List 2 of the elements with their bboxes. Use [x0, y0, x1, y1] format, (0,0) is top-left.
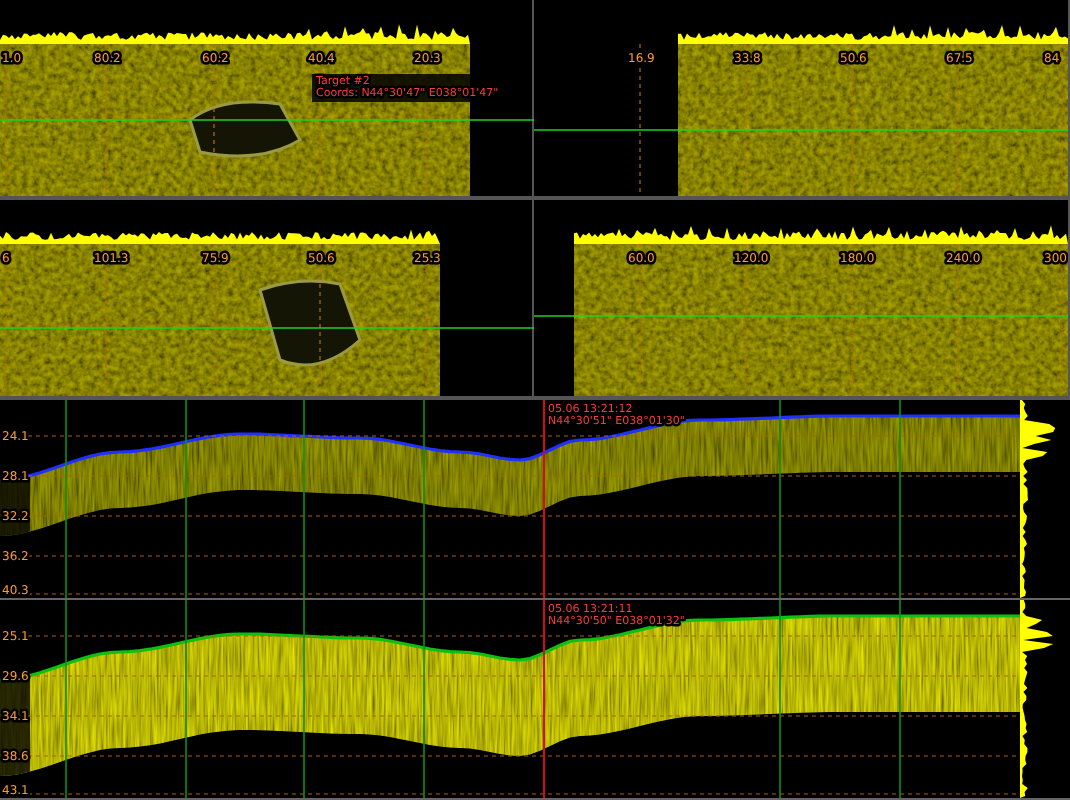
wreck-shape: [188, 100, 302, 158]
wreck-shape: [258, 279, 362, 367]
